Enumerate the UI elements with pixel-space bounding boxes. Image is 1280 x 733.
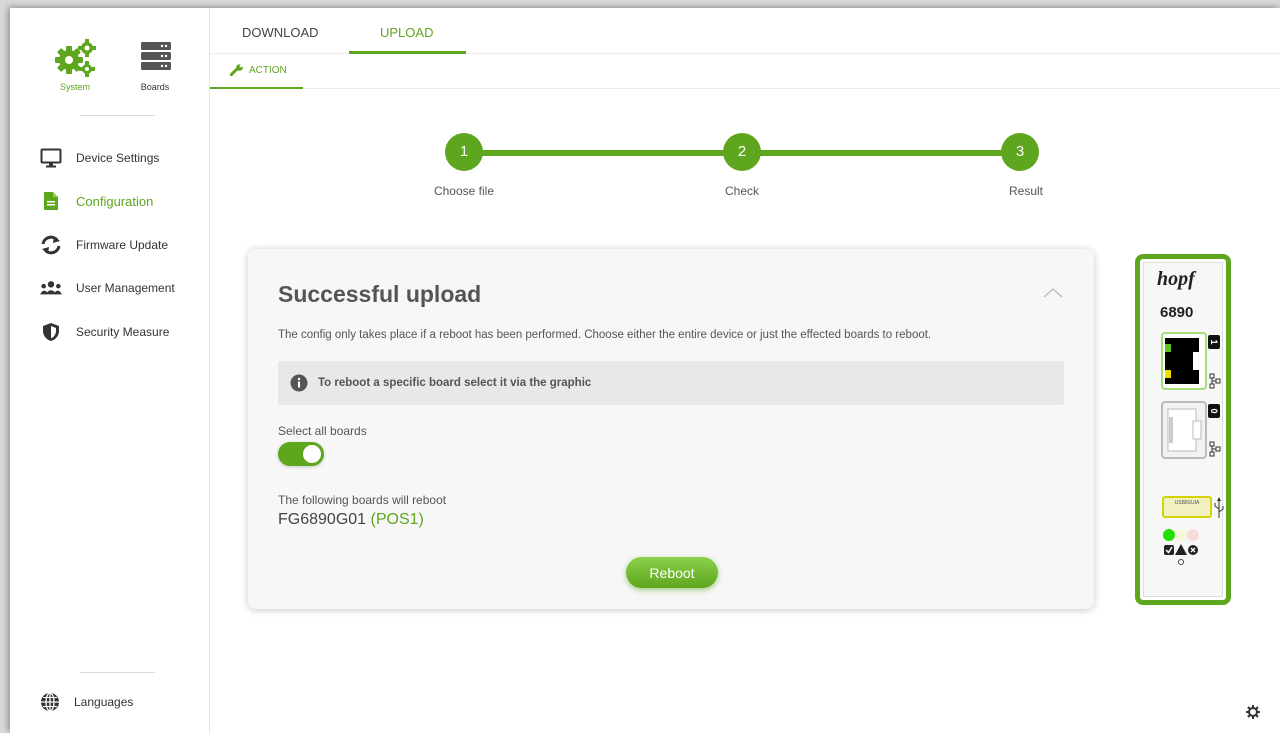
device-model: 6890 [1160,304,1194,321]
ethernet-port-1[interactable] [1161,332,1207,390]
card-description: The config only takes place if a reboot … [278,329,932,341]
ethernet-socket-icon [1165,338,1201,384]
sub-tabs: ACTION [210,55,1280,89]
usb-port[interactable]: USB8SUIA [1162,496,1212,518]
port-1-number: 1 [1209,339,1219,345]
sidebar-item-firmware-update[interactable]: Firmware Update [10,223,210,267]
sidebar-item-security-measure[interactable]: Security Measure [10,310,210,354]
settings-gear-icon[interactable] [1246,705,1260,719]
toggle-knob [303,445,321,463]
main-tabs: DOWNLOAD UPLOAD [210,8,1280,54]
subtab-action[interactable]: ACTION [230,64,287,76]
system-label: System [59,82,90,92]
step-3-label: Result [1008,184,1043,198]
sidebar-item-device-settings[interactable]: Device Settings [10,136,210,180]
languages-label: Languages [74,695,134,709]
gears-icon [55,39,96,77]
brand-logo: hopf [1157,268,1195,290]
sidebar-item-label: Configuration [76,193,154,209]
info-box: To reboot a specific board select it via… [278,361,1064,405]
boards-button[interactable]: Boards [125,38,185,94]
select-all-label: Select all boards [278,424,367,438]
sidebar-item-configuration[interactable]: Configuration [10,180,210,224]
sidebar-item-label: Device Settings [76,150,160,165]
device-panel: hopf 6890 1 0 USB8SUIA [1143,262,1224,597]
sidebar-item-label: Firmware Update [76,237,169,252]
network-icon [1209,373,1221,389]
sidebar-divider [80,115,155,116]
status-leds [1163,529,1199,565]
port-0-number: 0 [1209,408,1219,414]
users-icon [40,277,62,299]
board-name: FG6890G01 [278,511,367,528]
collapse-button[interactable] [1043,285,1063,299]
step-1-label: Choose file [433,184,495,198]
info-text: To reboot a specific board select it via… [318,377,592,389]
device-graphic: hopf 6890 1 0 USB8SUIA [1135,254,1231,605]
stepper-line-1 [462,150,742,156]
sidebar: System Boards Device Settings Configurat… [10,8,210,733]
network-icon [1209,441,1221,457]
usb-icon [1214,497,1224,518]
reboot-button[interactable]: Reboot [626,557,718,588]
subtab-label: ACTION [249,64,287,76]
ethernet-port-0[interactable] [1161,401,1207,459]
server-rack-icon [141,42,171,70]
select-all-toggle[interactable] [278,442,324,466]
active-subtab-indicator [210,87,303,89]
step-1-circle: 1 [445,133,483,171]
reboot-board-entry: FG6890G01 (POS1) [278,511,424,529]
ethernet-socket-icon [1167,408,1202,452]
globe-icon [41,692,59,712]
wrench-icon [230,64,243,76]
sidebar-item-label: User Management [76,281,175,296]
sidebar-nav: Device Settings Configuration Firmware U… [10,136,210,354]
stepper-line-2 [742,150,1020,156]
system-button[interactable]: System [45,38,105,94]
document-icon [40,190,62,212]
languages-button[interactable]: Languages [40,692,133,712]
tab-upload[interactable]: UPLOAD [380,25,433,40]
reboot-list-label: The following boards will reboot [278,493,447,507]
tab-download[interactable]: DOWNLOAD [242,25,319,40]
sidebar-divider-bottom [80,672,155,673]
step-3-circle: 3 [1001,133,1039,171]
monitor-icon [40,147,62,169]
shield-icon [40,321,62,343]
active-tab-indicator [349,51,466,54]
chevron-up-icon [1043,288,1063,298]
sidebar-item-user-management[interactable]: User Management [10,267,210,311]
sidebar-top-icons: System Boards [10,38,210,94]
card-title: Successful upload [278,281,482,307]
boards-label: Boards [140,82,170,92]
usb-label: USB8SUIA [1174,500,1200,506]
step-2-circle: 2 [723,133,761,171]
app-window: System Boards Device Settings Configurat… [10,8,1280,733]
info-icon [290,374,308,392]
sidebar-item-label: Security Measure [76,324,170,339]
upload-result-card: Successful upload The config only takes … [248,249,1094,609]
step-2-label: Check [724,184,759,198]
refresh-icon [40,234,62,256]
board-position: (POS1) [370,511,424,528]
